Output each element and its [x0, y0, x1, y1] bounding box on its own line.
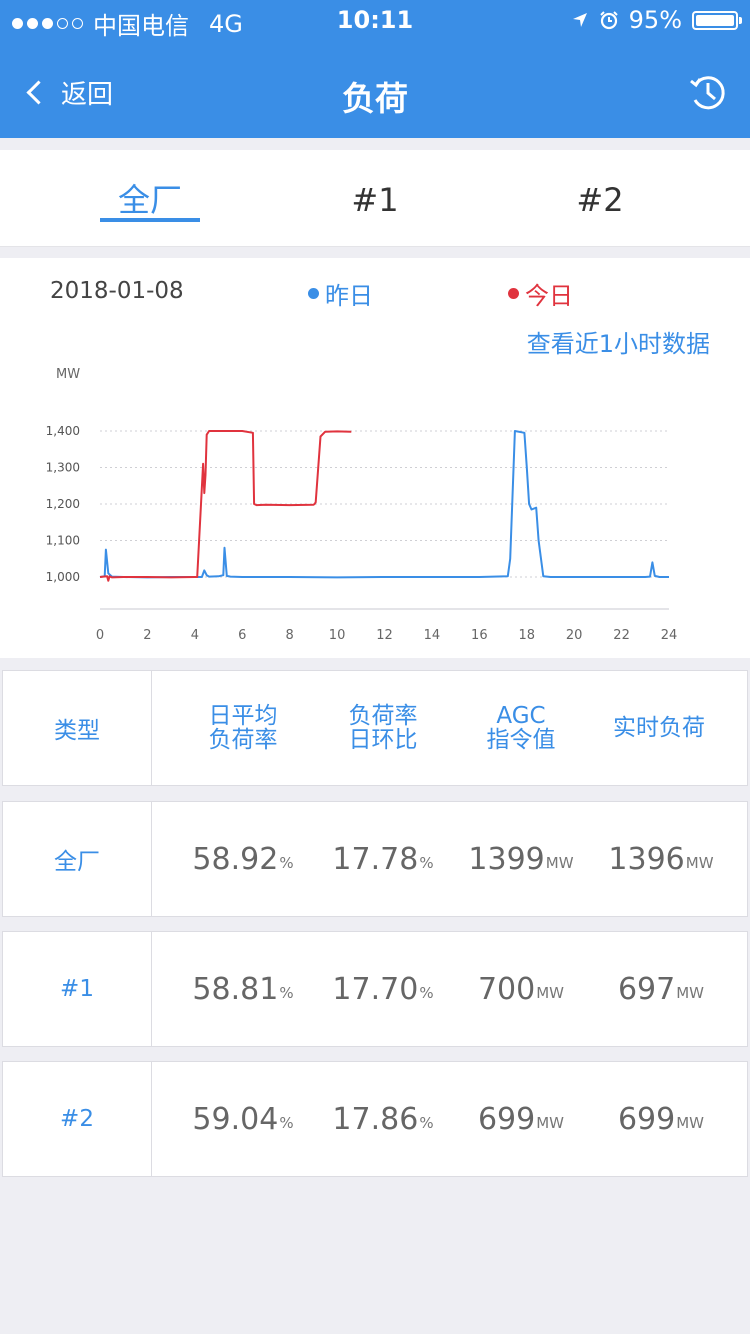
battery-percent: 95%: [628, 6, 682, 34]
avg-load-rate-cell: 58.92%: [173, 802, 313, 916]
history-icon[interactable]: [688, 72, 728, 112]
realtime-cell: 697 MW: [591, 932, 731, 1046]
table-row[interactable]: #1 58.81% 17.70% 700 MW 697 MW: [2, 931, 748, 1047]
ratio-value: 17.86: [332, 1101, 419, 1137]
page-title: 负荷: [342, 79, 408, 118]
y-tick-label: 1,300: [46, 461, 80, 475]
tab-unit-1[interactable]: #1: [250, 150, 500, 246]
y-axis-unit-label: MW: [56, 367, 80, 382]
header-avg-load-rate: 日平均 负荷率: [173, 671, 313, 785]
agc-value: 700: [477, 971, 536, 1007]
view-last-hour-link[interactable]: 查看近1小时数据: [527, 324, 710, 359]
load-line-chart: MW1,0001,1001,2001,3001,4000 2 4 6 8 10 12 14 16…: [46, 367, 678, 643]
unit-label: MW: [685, 854, 714, 872]
realtime-cell: 699 MW: [591, 1062, 731, 1176]
y-tick-label: 1,200: [46, 497, 80, 511]
x-tick-label: 0: [96, 628, 104, 643]
row-type: #2: [3, 1062, 152, 1176]
table-row[interactable]: 全厂 58.92% 17.78% 1399 MW 1396 MW: [2, 801, 748, 917]
legend-today-label: 今日: [525, 282, 573, 310]
active-tab-indicator: [100, 218, 200, 222]
alarm-clock-icon: [599, 11, 618, 30]
x-tick-label: 4: [191, 628, 199, 643]
realtime-value: 697: [617, 971, 676, 1007]
unit-label: %: [419, 984, 434, 1002]
legend-yesterday-label: 昨日: [325, 282, 373, 310]
header-ratio-line2: 日环比: [348, 727, 418, 753]
agc-value: 699: [477, 1101, 536, 1137]
ratio-value: 17.70: [332, 971, 419, 1007]
x-tick-label: 6: [238, 628, 246, 643]
header-daily-ratio: 负荷率 日环比: [313, 671, 453, 785]
agc-cell: 700 MW: [451, 932, 591, 1046]
y-tick-label: 1,400: [46, 424, 80, 438]
unit-label: %: [419, 854, 434, 872]
x-tick-label: 22: [613, 628, 630, 643]
unit-label: MW: [545, 854, 574, 872]
header-agc-line2: 指令值: [486, 727, 556, 753]
unit-label: %: [279, 854, 294, 872]
avg-load-rate-value: 59.04: [192, 1101, 279, 1137]
avg-load-rate-cell: 59.04%: [173, 1062, 313, 1176]
row-type: 全厂: [3, 802, 152, 916]
location-arrow-icon: [572, 13, 587, 27]
legend-today-dot: [508, 288, 519, 299]
unit-tabs: 全厂 #1 #2: [0, 150, 750, 247]
ratio-cell: 17.86%: [313, 1062, 453, 1176]
nav-bar: 返回 负荷: [0, 40, 750, 138]
tab-all-plant[interactable]: 全厂: [25, 150, 275, 246]
realtime-cell: 1396 MW: [591, 802, 731, 916]
realtime-value: 1396: [608, 841, 685, 877]
legend-yesterday-dot: [308, 288, 319, 299]
x-tick-label: 14: [424, 628, 441, 643]
x-tick-label: 2: [143, 628, 151, 643]
x-tick-label: 8: [286, 628, 294, 643]
header-agc-line1: AGC: [496, 703, 546, 729]
legend-yesterday[interactable]: 昨日: [308, 276, 373, 311]
table-row[interactable]: #2 59.04% 17.86% 699 MW 699 MW: [2, 1061, 748, 1177]
header-ratio-line1: 负荷率: [348, 703, 418, 729]
row-type: #1: [3, 932, 152, 1046]
unit-label: MW: [676, 1114, 705, 1132]
x-tick-label: 10: [329, 628, 346, 643]
header-realtime-load: 实时负荷: [613, 715, 705, 741]
ratio-cell: 17.70%: [313, 932, 453, 1046]
table-header-row: 类型 日平均 负荷率 负荷率 日环比 AGC 指令值 实时负荷: [2, 670, 748, 786]
y-tick-label: 1,000: [46, 570, 80, 584]
x-tick-label: 18: [518, 628, 535, 643]
avg-load-rate-value: 58.81: [192, 971, 279, 1007]
avg-load-rate-value: 58.92: [192, 841, 279, 877]
unit-label: %: [279, 984, 294, 1002]
header-avg-line2: 负荷率: [208, 727, 278, 753]
x-tick-label: 12: [376, 628, 393, 643]
unit-label: MW: [676, 984, 705, 1002]
x-tick-label: 16: [471, 628, 488, 643]
agc-value: 1399: [468, 841, 545, 877]
chart-date: 2018-01-08: [50, 278, 184, 304]
header-type: 类型: [3, 671, 152, 785]
status-right: 95%: [571, 6, 742, 34]
status-bar: 中国电信 4G 10:11 95%: [0, 0, 750, 40]
header-avg-line1: 日平均: [208, 703, 278, 729]
unit-label: %: [419, 1114, 434, 1132]
y-tick-label: 1,100: [46, 534, 80, 548]
unit-label: MW: [536, 1114, 565, 1132]
chart-card: 2018-01-08 昨日 今日 查看近1小时数据 MW 1,000 1,100 1,…: [0, 258, 750, 658]
legend-today[interactable]: 今日: [508, 276, 573, 311]
x-tick-label: 24: [661, 628, 678, 643]
battery-icon: [692, 10, 742, 30]
agc-cell: 699 MW: [451, 1062, 591, 1176]
avg-load-rate-cell: 58.81%: [173, 932, 313, 1046]
unit-label: %: [279, 1114, 294, 1132]
realtime-value: 699: [617, 1101, 676, 1137]
ratio-cell: 17.78%: [313, 802, 453, 916]
tab-unit-2[interactable]: #2: [475, 150, 725, 246]
header-agc: AGC 指令值: [451, 671, 591, 785]
unit-label: MW: [536, 984, 565, 1002]
x-tick-label: 20: [566, 628, 583, 643]
agc-cell: 1399 MW: [451, 802, 591, 916]
ratio-value: 17.78: [332, 841, 419, 877]
